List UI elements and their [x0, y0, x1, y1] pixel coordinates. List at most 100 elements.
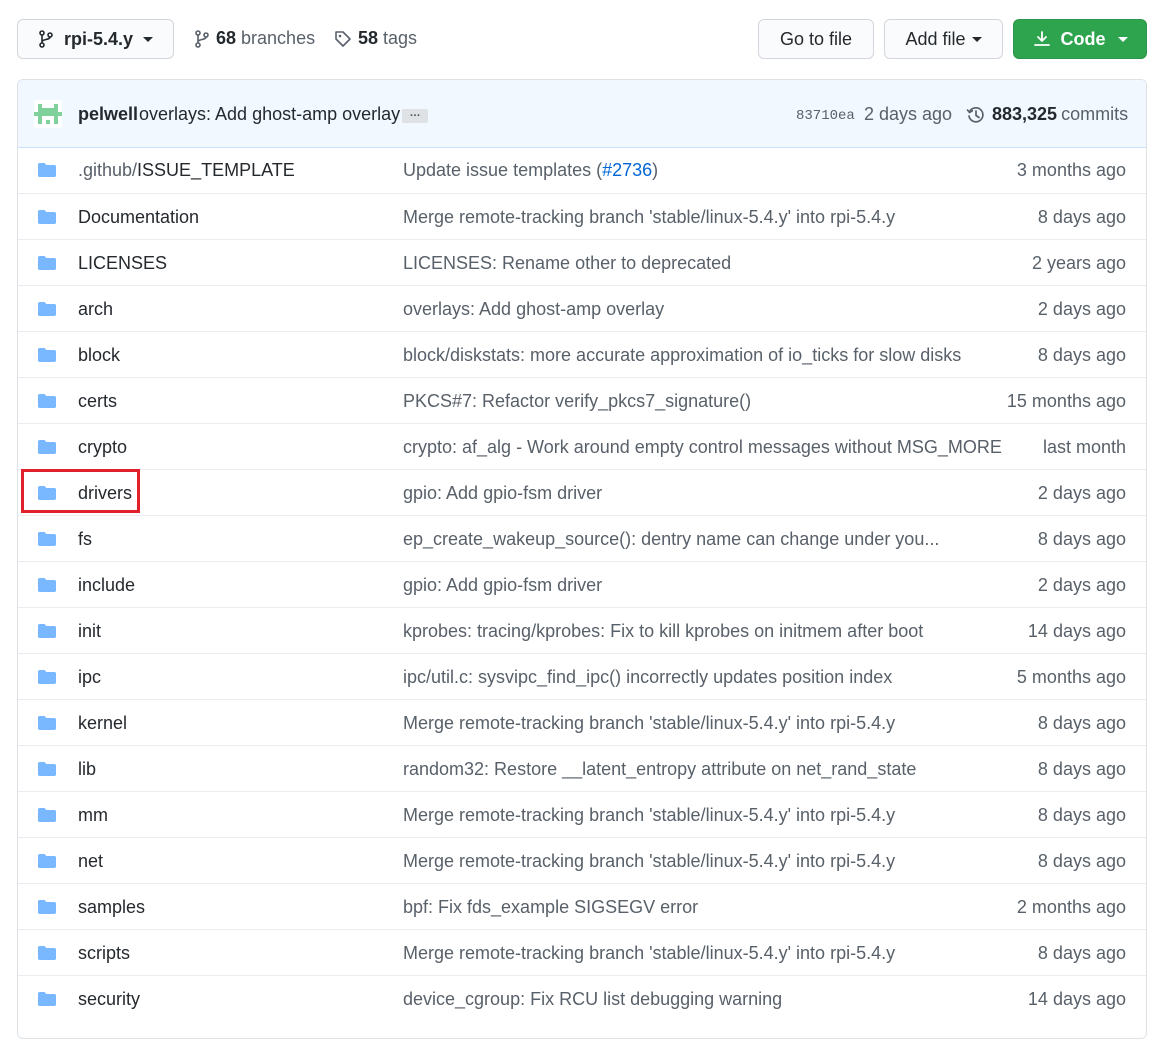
commit-message-link[interactable]: PKCS#7: Refactor verify_pkcs7_signature(… — [403, 391, 751, 412]
commit-message-link[interactable]: gpio: Add gpio-fsm driver — [403, 483, 602, 504]
commit-message-link[interactable]: kprobes: tracing/kprobes: Fix to kill kp… — [403, 621, 923, 642]
file-name: fs — [78, 529, 93, 549]
add-file-button[interactable]: Add file — [884, 19, 1003, 59]
folder-icon — [37, 761, 57, 782]
branch-select-button[interactable]: rpi-5.4.y — [17, 19, 174, 59]
file-name-link[interactable]: block — [78, 345, 120, 366]
commit-age: 2 months ago — [1016, 897, 1126, 917]
latest-commit-bar: pelwell overlays: Add ghost-amp overlay … — [18, 80, 1146, 148]
commit-message-text: bpf: Fix fds_example SIGSEGV error — [403, 897, 699, 917]
file-name-link[interactable]: include — [78, 575, 135, 596]
commit-age: 8 days ago — [1037, 851, 1126, 871]
file-name: block — [78, 345, 121, 365]
table-row: lib random32: Restore __latent_entropy at… — [18, 745, 1146, 792]
avatar[interactable] — [34, 100, 62, 128]
tags-link[interactable]: 58 tags — [334, 28, 417, 49]
commit-message-link[interactable]: random32: Restore __latent_entropy attri… — [403, 759, 916, 780]
commit-message-link[interactable]: block/diskstats: more accurate approxima… — [403, 345, 961, 366]
folder-icon — [37, 577, 57, 598]
file-name-link[interactable]: LICENSES — [78, 253, 167, 274]
commit-message-link[interactable]: Merge remote-tracking branch 'stable/lin… — [403, 943, 895, 964]
commit-message-text: gpio: Add gpio-fsm driver — [403, 575, 603, 595]
file-name-link[interactable]: kernel — [78, 713, 127, 734]
commit-message-link[interactable]: Update issue templates (#2736) — [403, 160, 658, 181]
file-name-link[interactable]: samples — [78, 897, 145, 918]
file-name-link[interactable]: drivers — [78, 483, 132, 504]
table-row: security device_cgroup: Fix RCU list debu… — [18, 975, 1146, 1022]
file-name-link[interactable]: lib — [78, 759, 96, 780]
file-name: Documentation — [78, 207, 200, 227]
branch-name: rpi-5.4.y — [64, 28, 134, 49]
commit-message-link[interactable]: LICENSES: Rename other to deprecated — [403, 253, 731, 274]
commit-message-link[interactable]: crypto: af_alg - Work around empty contr… — [403, 437, 1002, 458]
commit-message-link[interactable]: device_cgroup: Fix RCU list debugging wa… — [403, 989, 782, 1010]
commit-age: 14 days ago — [1027, 621, 1126, 641]
repo-toolbar: rpi-5.4.y 68 branches 58 tags Go to file… — [0, 0, 1167, 78]
issue-link[interactable]: #2736 — [602, 160, 652, 180]
expand-commit-button[interactable]: … — [402, 108, 428, 123]
table-row: Documentation Merge remote-tracking branc… — [18, 193, 1146, 240]
file-name-link[interactable]: mm — [78, 805, 108, 826]
commit-message-text: LICENSES: Rename other to deprecated — [403, 253, 732, 273]
folder-icon — [37, 209, 57, 230]
commit-age: last month — [1042, 437, 1126, 457]
table-row: kernel Merge remote-tracking branch 'stab… — [18, 699, 1146, 746]
commit-message-text: Merge remote-tracking branch 'stable/lin… — [403, 207, 896, 227]
file-name: ISSUE_TEMPLATE — [137, 160, 295, 180]
commit-message-link[interactable]: Merge remote-tracking branch 'stable/lin… — [403, 207, 895, 228]
file-name: certs — [78, 391, 118, 411]
code-button[interactable]: Code — [1013, 19, 1147, 59]
commit-message-text: block/diskstats: more accurate approxima… — [403, 345, 962, 365]
commit-message-link[interactable]: ep_create_wakeup_source(): dentry name c… — [403, 529, 939, 550]
commit-message-link[interactable]: overlays: Add ghost-amp overlay — [403, 299, 664, 320]
file-name-link[interactable]: ipc — [78, 667, 101, 688]
commit-age: 8 days ago — [1037, 207, 1126, 227]
commit-author[interactable]: pelwell — [78, 104, 138, 125]
go-to-file-label: Go to file — [779, 28, 853, 49]
file-name-link[interactable]: init — [78, 621, 101, 642]
commit-age: 2 days ago — [864, 104, 953, 124]
go-to-file-button[interactable]: Go to file — [758, 19, 874, 59]
commit-message-link[interactable]: gpio: Add gpio-fsm driver — [403, 575, 602, 596]
commit-age: 8 days ago — [1037, 529, 1126, 549]
file-name-link[interactable]: crypto — [78, 437, 127, 458]
table-row: drivers gpio: Add gpio-fsm driver 2 days a… — [18, 469, 1146, 516]
file-name: crypto — [78, 437, 128, 457]
folder-icon — [37, 255, 57, 276]
file-name: include — [78, 575, 136, 595]
folder-icon — [37, 807, 57, 828]
file-name-link[interactable]: scripts — [78, 943, 130, 964]
commit-message-link[interactable]: Merge remote-tracking branch 'stable/lin… — [403, 805, 895, 826]
commit-message-link[interactable]: Merge remote-tracking branch 'stable/lin… — [403, 851, 895, 872]
commit-age: 8 days ago — [1037, 345, 1126, 365]
folder-icon — [37, 991, 57, 1012]
file-name-link[interactable]: security — [78, 989, 140, 1010]
file-name-prefix: .github/ — [78, 160, 138, 180]
chevron-down-icon — [143, 36, 154, 42]
table-row: mm Merge remote-tracking branch 'stable/l… — [18, 791, 1146, 838]
folder-icon — [37, 439, 57, 460]
commit-message-link[interactable]: bpf: Fix fds_example SIGSEGV error — [403, 897, 698, 918]
branches-link[interactable]: 68 branches — [194, 28, 315, 49]
tags-label: tags — [383, 28, 418, 48]
commit-message[interactable]: overlays: Add ghost-amp overlay — [139, 104, 400, 125]
commit-age: 14 days ago — [1027, 989, 1126, 1009]
commit-message-text: PKCS#7: Refactor verify_pkcs7_signature(… — [403, 391, 752, 411]
commit-message-text: random32: Restore __latent_entropy attri… — [403, 759, 917, 779]
commit-age: 2 days ago — [1037, 299, 1126, 319]
folder-icon — [37, 945, 57, 966]
file-name-link[interactable]: .github/ISSUE_TEMPLATE — [78, 160, 295, 181]
file-name-link[interactable]: certs — [78, 391, 117, 412]
table-row: .github/ISSUE_TEMPLATE Update issue templ… — [18, 147, 1146, 193]
file-name-link[interactable]: Documentation — [78, 207, 199, 228]
table-row: ipc ipc/util.c: sysvipc_find_ipc() incorr… — [18, 653, 1146, 700]
commit-message-link[interactable]: ipc/util.c: sysvipc_find_ipc() incorrect… — [403, 667, 892, 688]
commit-age: 2 days ago — [1037, 483, 1126, 503]
commits-history-link[interactable]: 883,325 commits — [966, 104, 1128, 125]
file-name-link[interactable]: fs — [78, 529, 92, 550]
commit-sha[interactable]: 83710ea — [796, 108, 855, 124]
commit-message-link[interactable]: Merge remote-tracking branch 'stable/lin… — [403, 713, 895, 734]
file-name-link[interactable]: net — [78, 851, 103, 872]
file-name-link[interactable]: arch — [78, 299, 113, 320]
file-name: LICENSES — [78, 253, 168, 273]
